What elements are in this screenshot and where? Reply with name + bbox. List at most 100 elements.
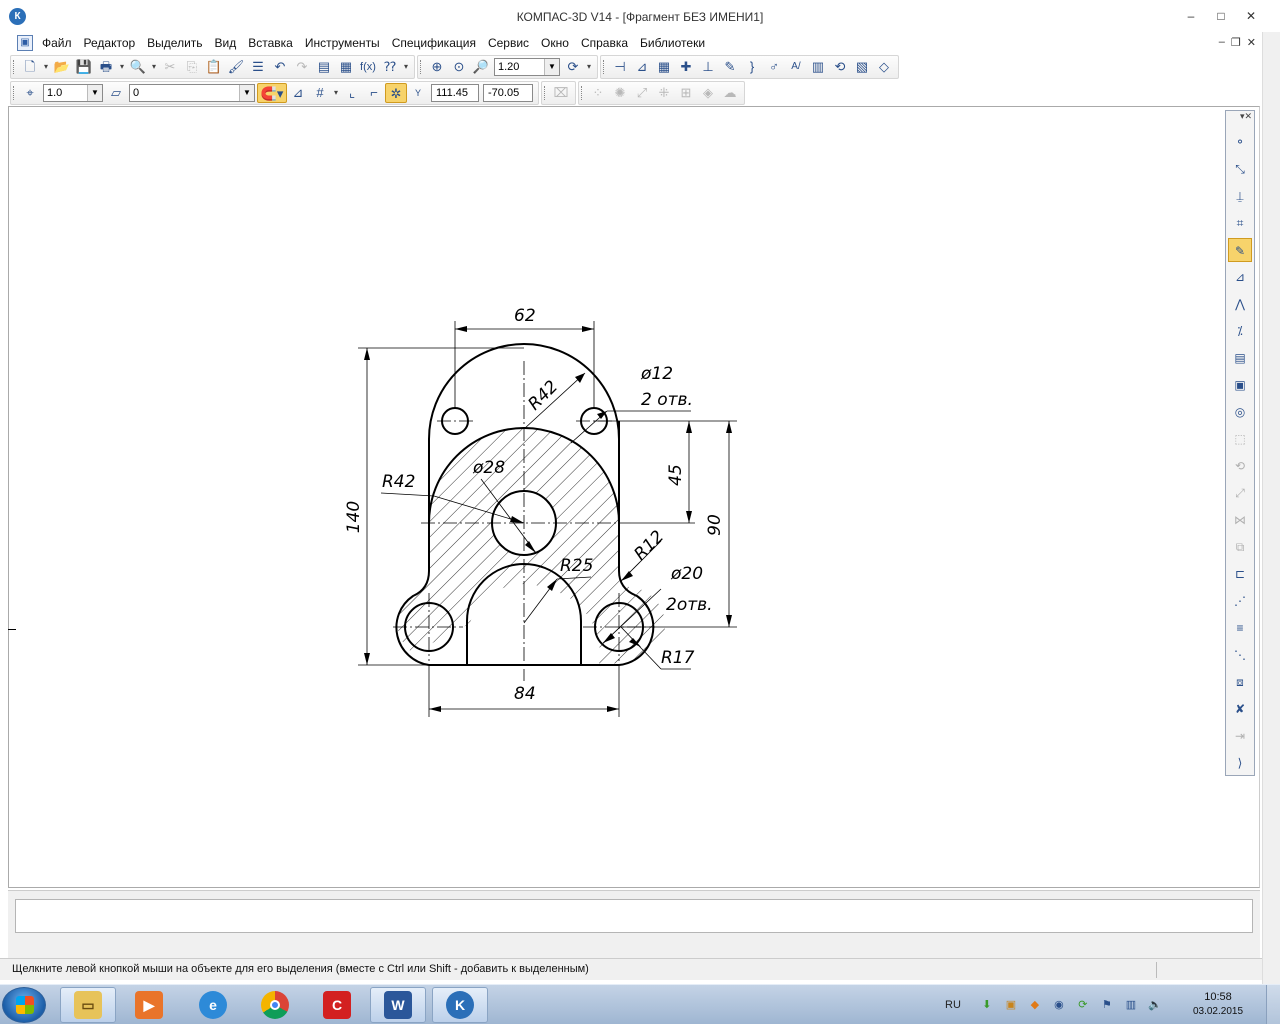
clock[interactable]: 10:58 03.02.2015 [1186, 990, 1250, 1019]
chrome-icon[interactable] [247, 987, 303, 1023]
start-button[interactable] [2, 987, 46, 1023]
refresh-icon[interactable]: ⟳ [562, 57, 584, 77]
view-icon[interactable]: ⌧ [550, 83, 572, 103]
copy-objects-icon[interactable]: ⧉ [1228, 535, 1252, 559]
zoom-window-icon[interactable]: ⊕ [426, 57, 448, 77]
scale-icon[interactable]: ⤢ [1228, 481, 1252, 505]
print-icon[interactable]: 🖶 [95, 57, 117, 77]
coord-y-field[interactable]: -70.05 [483, 84, 533, 102]
dimension-icon[interactable]: ⊣ [609, 57, 631, 77]
doc-close-button[interactable]: ✕ [1247, 36, 1256, 49]
properties-icon[interactable]: 🖌 [225, 57, 247, 77]
drawing-canvas[interactable]: 62 84 140 45 90 R42 R42 ø28 R25 R12 R17 … [8, 106, 1260, 888]
hatch-icon[interactable]: ▧ [851, 57, 873, 77]
grid-icon[interactable]: ▦ [653, 57, 675, 77]
ortho-icon[interactable]: ⊿ [287, 83, 309, 103]
close-button[interactable]: ✕ [1242, 8, 1260, 24]
menu-select[interactable]: Выделить [147, 36, 202, 50]
rotate-icon[interactable]: ⟲ [1228, 454, 1252, 478]
trim-icon[interactable]: ⋰ [1228, 589, 1252, 613]
brace-icon[interactable]: } [741, 57, 763, 77]
help-icon[interactable]: ⁇ [379, 57, 401, 77]
tray-orange-icon[interactable]: ◆ [1027, 997, 1043, 1013]
redo-icon[interactable]: ↷ [291, 57, 313, 77]
menu-service[interactable]: Сервис [488, 36, 529, 50]
menu-editor[interactable]: Редактор [84, 36, 136, 50]
network-icon[interactable]: ▥ [1123, 997, 1139, 1013]
text-icon[interactable]: A/ [785, 57, 807, 77]
maximize-button[interactable]: □ [1212, 8, 1230, 24]
menu-help[interactable]: Справка [581, 36, 628, 50]
panel-close-icon[interactable]: ▾✕ [1226, 111, 1254, 127]
copy-icon[interactable]: ⎘ [181, 57, 203, 77]
list-icon[interactable]: ☰ [247, 57, 269, 77]
properties-field[interactable] [15, 899, 1253, 933]
coord-x-field[interactable]: 111.45 [431, 84, 479, 102]
open-file-icon[interactable]: 📂 [51, 57, 73, 77]
menu-insert[interactable]: Вставка [248, 36, 293, 50]
constraint-3-icon[interactable]: ⤢ [631, 83, 653, 103]
manager-icon[interactable]: ▤ [313, 57, 335, 77]
tangent-icon[interactable]: ⟩ [1228, 751, 1252, 775]
measure-icon[interactable]: ⊿ [1228, 265, 1252, 289]
constraint-5-icon[interactable]: ⊞ [675, 83, 697, 103]
show-desktop-button[interactable] [1266, 985, 1280, 1024]
geometry-icon[interactable]: ⚬ [1228, 130, 1252, 154]
document-icon[interactable]: ▣ [17, 35, 33, 51]
round-icon[interactable]: ⌐ [363, 83, 385, 103]
tray-eye-icon[interactable]: ◉ [1051, 997, 1067, 1013]
grid-dropdown-icon[interactable]: ▾ [331, 83, 341, 103]
variables-icon[interactable]: f(x) [357, 57, 379, 77]
selection-icon[interactable]: ⋀ [1228, 292, 1252, 316]
drawing-svg[interactable]: 62 84 140 45 90 R42 R42 ø28 R25 R12 R17 … [9, 107, 1259, 887]
paste-icon[interactable]: 📋 [203, 57, 225, 77]
table-icon[interactable]: ▥ [807, 57, 829, 77]
volume-icon[interactable]: 🔈 [1147, 997, 1163, 1013]
editing-icon[interactable]: ⌗ [1228, 211, 1252, 235]
tray-sync-icon[interactable]: ⟳ [1075, 997, 1091, 1013]
extend-icon[interactable]: ≡ [1228, 616, 1252, 640]
layer-combo[interactable]: 0 ▼ [129, 84, 255, 102]
internet-explorer-icon[interactable]: e [185, 987, 241, 1023]
doc-minimize-button[interactable]: – [1219, 36, 1225, 49]
diamond-icon[interactable]: ◇ [873, 57, 895, 77]
chevron-down-icon[interactable]: ▼ [544, 59, 559, 75]
stretch-icon[interactable]: ⇥ [1228, 724, 1252, 748]
minimize-button[interactable]: – [1182, 8, 1200, 24]
constraint-4-icon[interactable]: ⁜ [653, 83, 675, 103]
delete-part-icon[interactable]: ✘ [1228, 697, 1252, 721]
menu-libraries[interactable]: Библиотеки [640, 36, 705, 50]
app-red-icon[interactable]: C [309, 987, 365, 1023]
macro-icon[interactable]: ◎ [1228, 400, 1252, 424]
angle-dimension-icon[interactable]: ⊿ [631, 57, 653, 77]
new-file-dropdown-icon[interactable]: ▾ [41, 57, 51, 77]
menu-specification[interactable]: Спецификация [392, 36, 476, 50]
mirror-icon[interactable]: ⋈ [1228, 508, 1252, 532]
step-combo[interactable]: 1.0 ▼ [43, 84, 103, 102]
break-icon[interactable]: ⊏ [1228, 562, 1252, 586]
cut-icon[interactable]: ✂ [159, 57, 181, 77]
right-scroll-strip[interactable] [1262, 32, 1280, 984]
tray-app-icon[interactable]: ▣ [1003, 997, 1019, 1013]
constraint-6-icon[interactable]: ◈ [697, 83, 719, 103]
new-file-icon[interactable]: 🗋 [19, 57, 41, 77]
constraint-1-icon[interactable]: ⁘ [587, 83, 609, 103]
constraint-2-icon[interactable]: ✺ [609, 83, 631, 103]
offset-icon[interactable]: ⧈ [1228, 670, 1252, 694]
chevron-down-icon[interactable]: ▼ [87, 85, 102, 101]
arc-icon[interactable]: ♂ [763, 57, 785, 77]
word-icon[interactable]: W [370, 987, 426, 1023]
refresh-dropdown-icon[interactable]: ▾ [584, 57, 594, 77]
zoom-fit-icon[interactable]: ⊙ [448, 57, 470, 77]
grid-toggle-icon[interactable]: # [309, 83, 331, 103]
download-icon[interactable]: ⬇ [979, 997, 995, 1013]
library-icon[interactable]: ▦ [335, 57, 357, 77]
preview-icon[interactable]: 🔍 [127, 57, 149, 77]
local-cs-icon[interactable]: ⌞ [341, 83, 363, 103]
report-icon[interactable]: ▤ [1228, 346, 1252, 370]
constraint-7-icon[interactable]: ☁ [719, 83, 741, 103]
menu-window[interactable]: Окно [541, 36, 569, 50]
zoom-in-icon[interactable]: 🔎 [470, 57, 492, 77]
media-player-icon[interactable]: ▶ [121, 987, 177, 1023]
language-indicator[interactable]: RU [945, 999, 961, 1011]
